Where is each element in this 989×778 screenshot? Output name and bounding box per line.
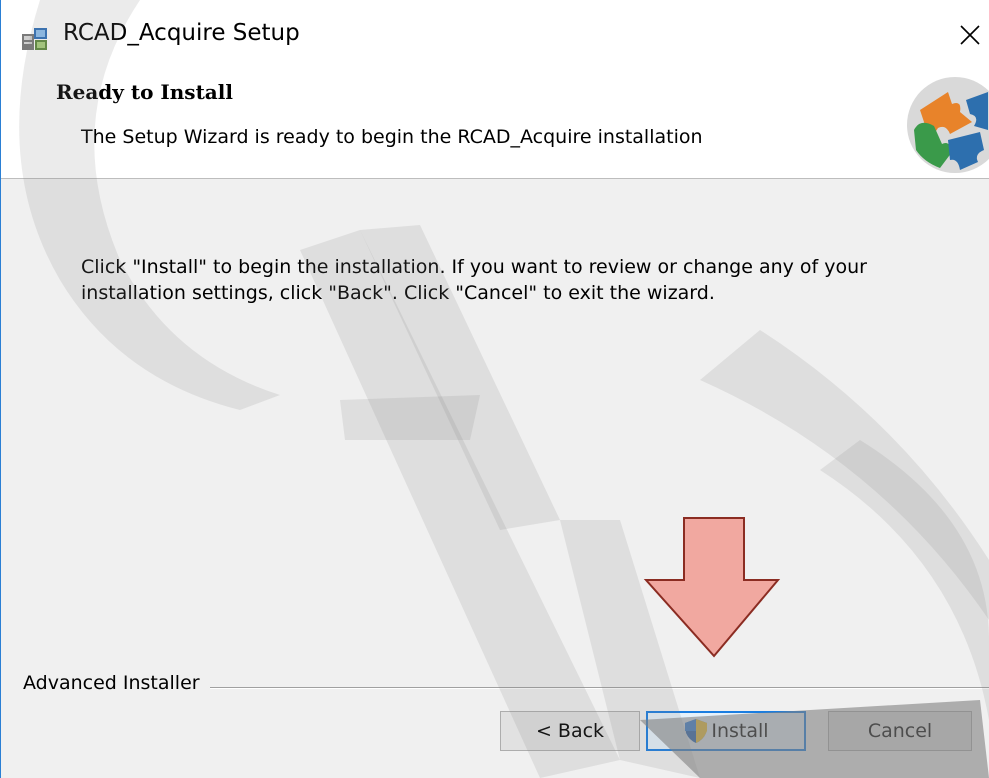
wizard-header: Ready to Install The Setup Wizard is rea… [1,68,989,179]
down-arrow-icon [643,517,781,658]
install-button-label: Install [711,720,769,742]
separator-rule [206,687,989,689]
title-bar[interactable]: RCAD_Acquire Setup [1,0,989,68]
close-icon [960,25,980,45]
instructions-line-1: Click "Install" to begin the installatio… [81,256,867,278]
installer-box-icon [22,28,47,50]
close-button[interactable] [950,12,989,58]
brand-label: Advanced Installer [23,672,210,694]
install-button[interactable]: Install [646,711,806,751]
back-button[interactable]: < Back [500,711,640,751]
uac-shield-icon [685,719,708,743]
page-subtitle: The Setup Wizard is ready to begin the R… [81,126,703,148]
window-title: RCAD_Acquire Setup [63,20,300,46]
back-button-label: < Back [535,720,605,742]
puzzle-pieces-icon [907,77,989,173]
setup-window: RCAD_Acquire Setup Ready to Install The … [0,0,989,778]
page-title: Ready to Install [56,80,233,104]
instructions-line-2: installation settings, click "Back". Cli… [81,282,715,304]
brand-separator: Advanced Installer [1,670,989,700]
instructions-text: Click "Install" to begin the installatio… [81,254,941,306]
cancel-button-label: Cancel [867,720,933,742]
cancel-button[interactable]: Cancel [828,711,972,751]
